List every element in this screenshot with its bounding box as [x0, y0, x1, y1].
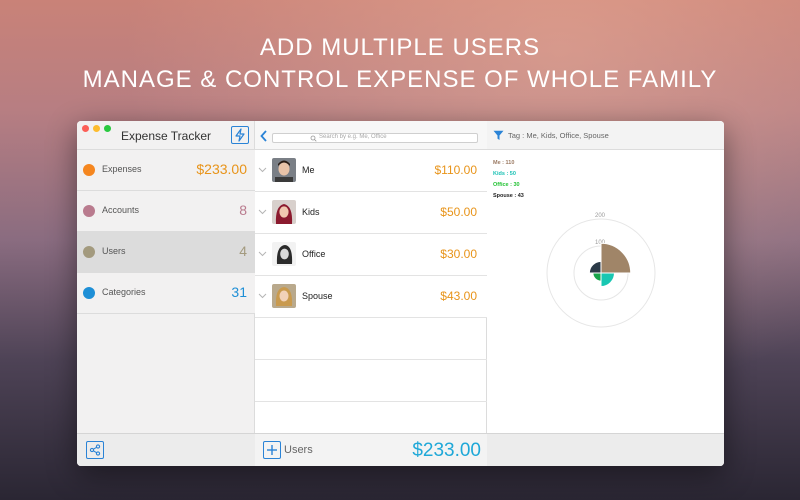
accounts-dot-icon: [83, 205, 95, 217]
headline-line-1: ADD MULTIPLE USERS: [259, 34, 541, 61]
chevron-down-icon[interactable]: [258, 167, 267, 173]
chart-tick-label: 200: [595, 213, 606, 219]
sidebar-item-label: Categories: [102, 287, 146, 297]
sidebar-item-expenses[interactable]: Expenses $233.00: [77, 150, 255, 191]
app-title: Expense Tracker: [120, 129, 212, 143]
user-row-office[interactable]: Office $30.00: [255, 234, 487, 276]
user-row-kids[interactable]: Kids $50.00: [255, 192, 487, 234]
chart-wedge-kids[interactable]: [600, 272, 616, 288]
user-row-me[interactable]: Me $110.00: [255, 150, 487, 192]
categories-dot-icon: [83, 287, 95, 299]
tag-filter-text: Tag : Me, Kids, Office, Spouse: [508, 131, 609, 140]
empty-row: [255, 360, 487, 402]
user-name: Office: [302, 249, 326, 259]
user-name: Spouse: [302, 291, 333, 301]
chevron-down-icon[interactable]: [258, 209, 267, 215]
sidebar-item-value: $233.00: [196, 161, 247, 177]
portrait-woman-icon: [272, 242, 296, 266]
chevron-down-icon[interactable]: [258, 251, 267, 257]
users-dot-icon: [83, 246, 95, 258]
sidebar-item-accounts[interactable]: Accounts 8: [77, 191, 255, 232]
portrait-girl-icon: [272, 200, 296, 224]
add-user-button[interactable]: [263, 441, 281, 459]
sidebar-item-value: 4: [239, 243, 247, 259]
list-toolbar: Search by e.g. Me, Office: [255, 121, 487, 150]
quick-add-button[interactable]: [231, 126, 249, 144]
sidebar-item-value: 31: [231, 284, 247, 300]
footer-label: Users: [284, 444, 313, 456]
user-name: Kids: [302, 207, 320, 217]
plus-icon: [267, 445, 277, 455]
user-amount: $43.00: [440, 289, 477, 303]
empty-row: [255, 318, 487, 360]
chart-toolbar: Tag : Me, Kids, Office, Spouse: [487, 121, 724, 150]
search-icon: [310, 135, 317, 142]
footer-total: $233.00: [412, 440, 481, 461]
bolt-icon: [235, 128, 245, 142]
sidebar-item-label: Accounts: [102, 205, 140, 215]
sidebar-item-value: 8: [239, 202, 247, 218]
headline-line-2: MANAGE & CONTROL EXPENSE OF WHOLE FAMILY: [82, 66, 718, 93]
user-amount: $50.00: [440, 205, 477, 219]
sidebar-item-categories[interactable]: Categories 31: [77, 273, 255, 314]
user-list-pane: Search by e.g. Me, Office Me $110.00 Kid…: [255, 121, 487, 466]
portrait-woman-blonde-icon: [272, 284, 296, 308]
sidebar-item-label: Users: [102, 246, 126, 256]
app-window: Expense Tracker Expenses $233.00 Account…: [77, 121, 724, 466]
back-chevron-icon[interactable]: [260, 130, 268, 142]
share-icon: [89, 444, 101, 456]
share-button[interactable]: [86, 441, 104, 459]
user-amount: $110.00: [434, 163, 478, 177]
chart-wedge-me[interactable]: [600, 242, 632, 274]
chart-wedge-office[interactable]: [592, 272, 602, 282]
chevron-down-icon[interactable]: [258, 293, 267, 299]
sidebar-item-users[interactable]: Users 4: [77, 232, 255, 273]
chart-pane: Tag : Me, Kids, Office, Spouse Me : 110 …: [487, 121, 724, 466]
search-placeholder: Search by e.g. Me, Office: [319, 134, 387, 140]
polar-area-chart: 100200: [546, 213, 656, 328]
sidebar-item-label: Expenses: [102, 164, 142, 174]
portrait-man-icon: [272, 158, 296, 182]
expenses-dot-icon: [83, 164, 95, 176]
filter-icon[interactable]: [493, 130, 504, 141]
list-footer: Users $233.00: [255, 433, 487, 466]
sidebar: Expense Tracker Expenses $233.00 Account…: [77, 121, 255, 466]
user-amount: $30.00: [440, 247, 477, 261]
chart-wedge-spouse[interactable]: [588, 260, 602, 274]
chart-footer: [487, 433, 724, 466]
user-row-spouse[interactable]: Spouse $43.00: [255, 276, 487, 318]
search-input[interactable]: Search by e.g. Me, Office: [272, 133, 478, 143]
user-name: Me: [302, 165, 315, 175]
sidebar-footer: [77, 433, 255, 466]
